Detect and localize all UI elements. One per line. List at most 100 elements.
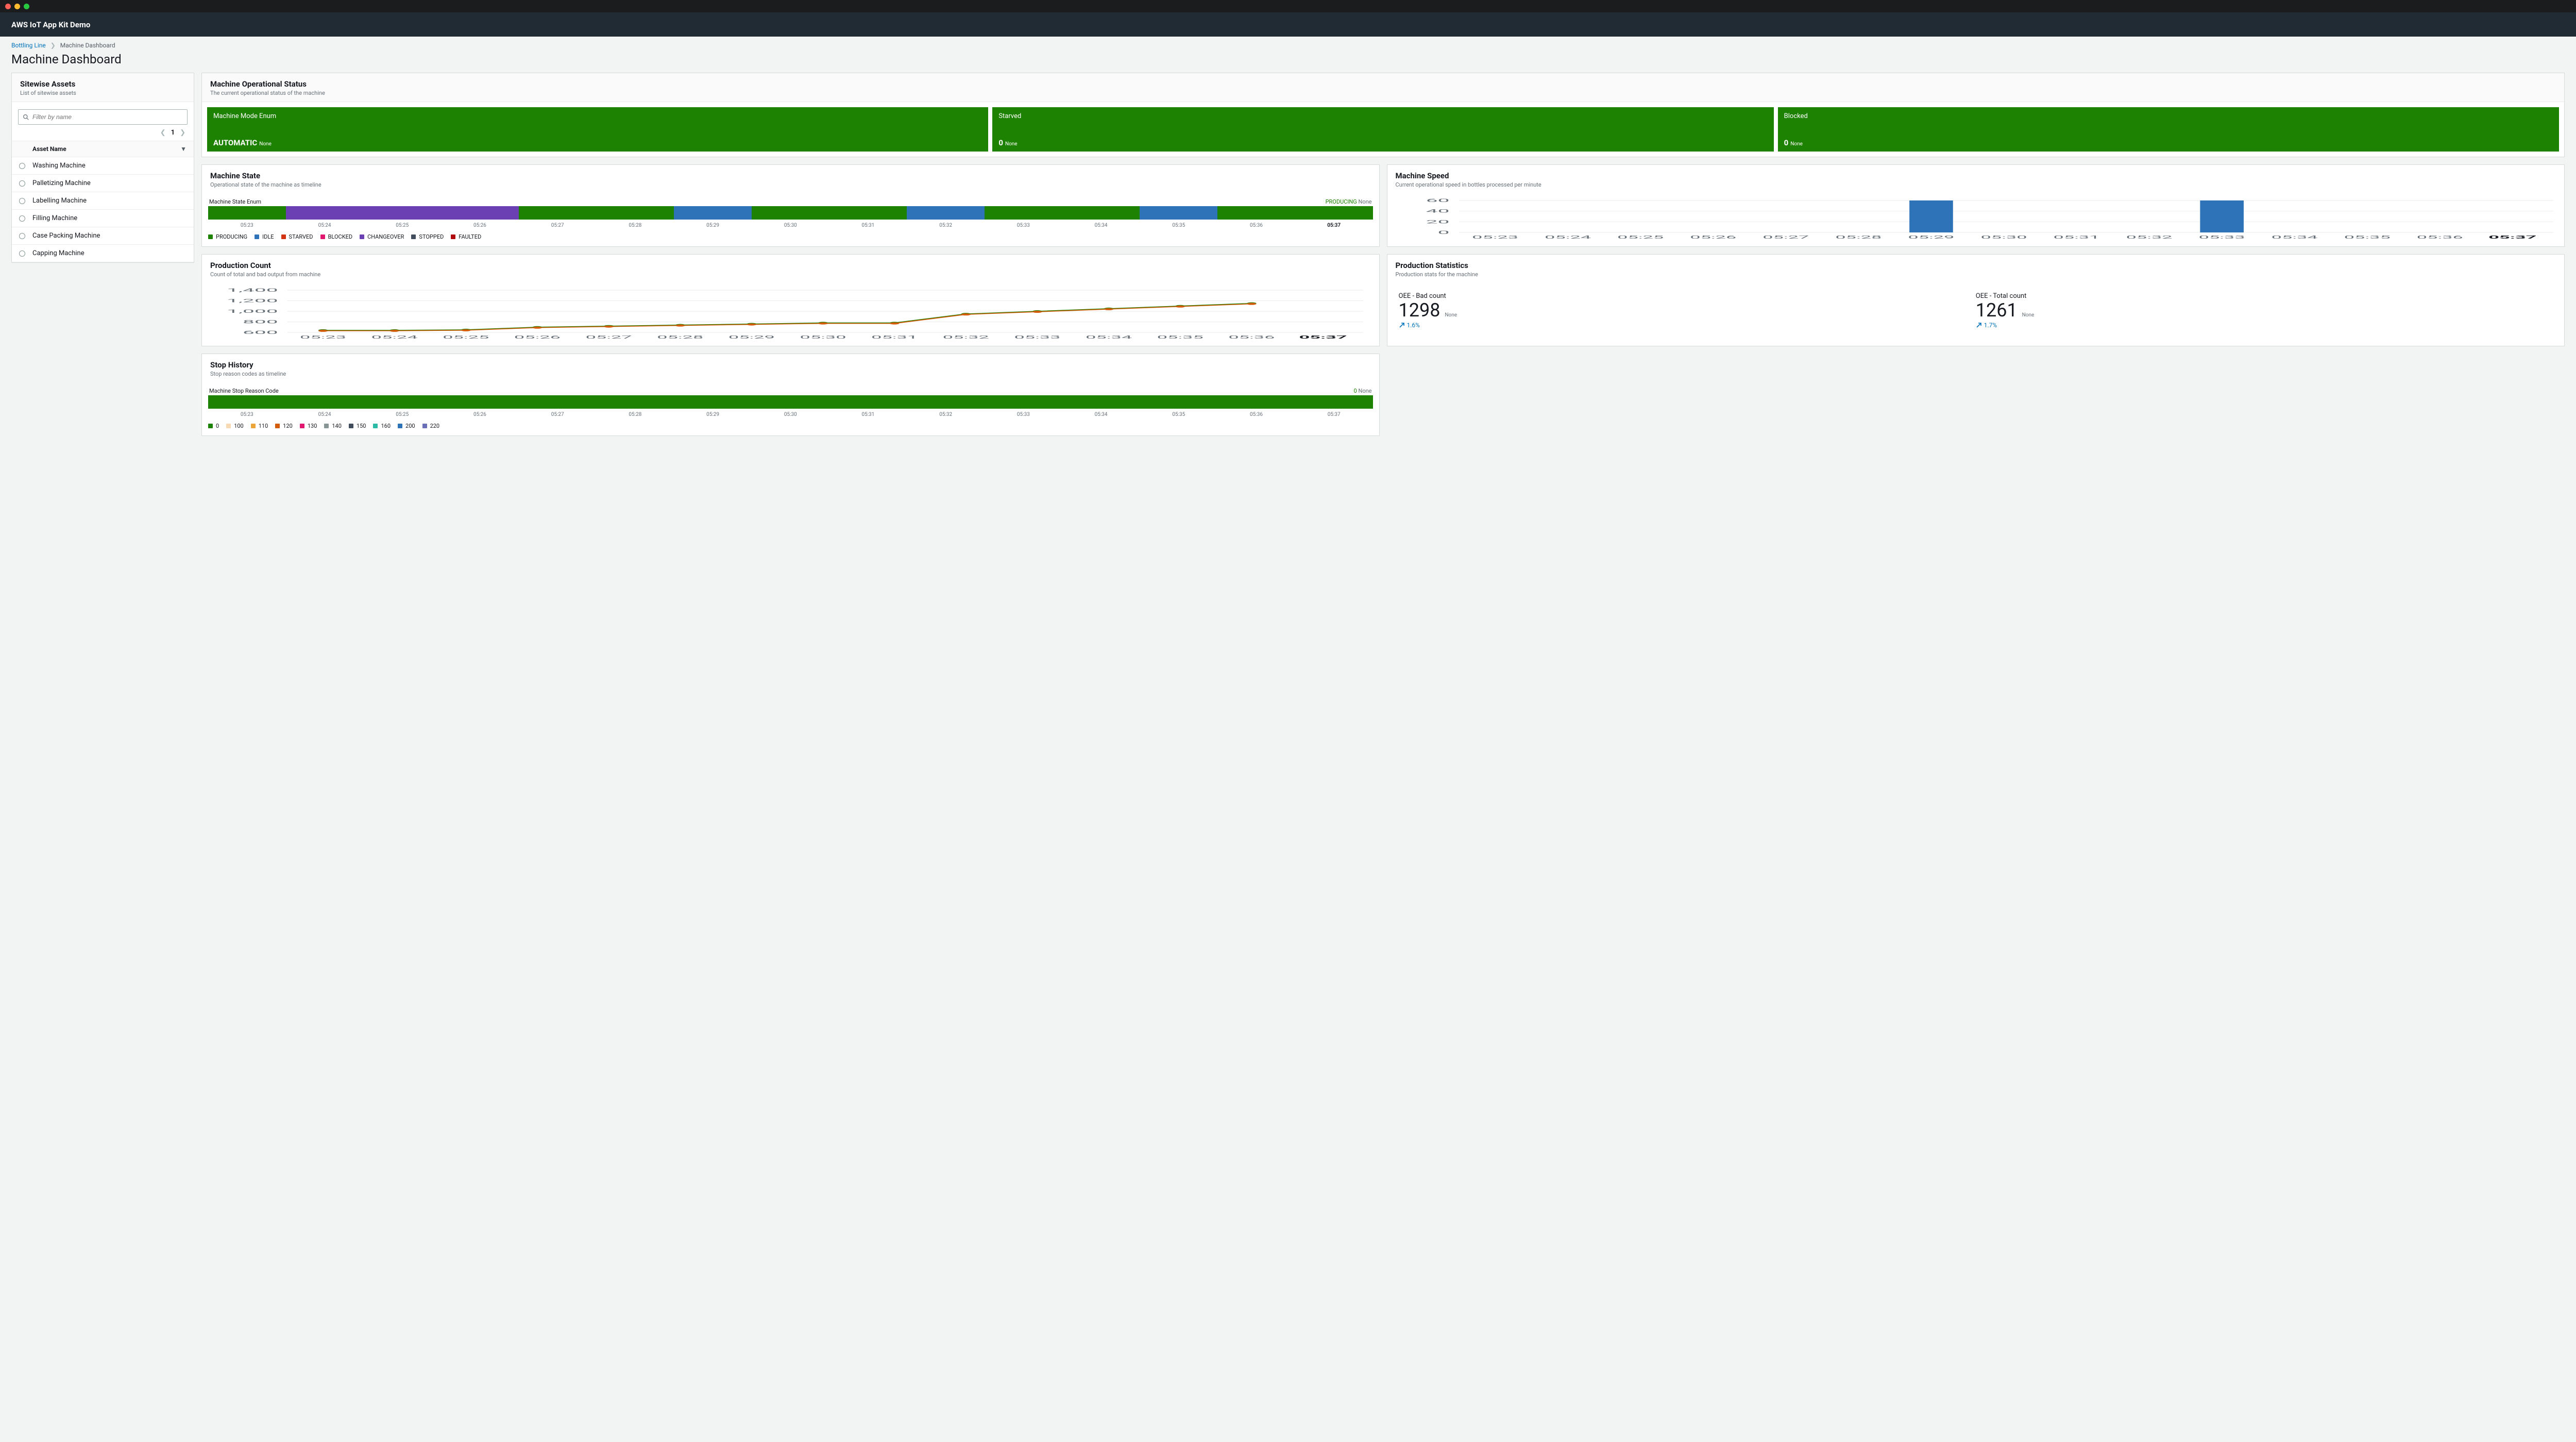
svg-text:20: 20	[1426, 219, 1449, 224]
legend-item: STOPPED	[411, 233, 444, 240]
status-card: Starved 0None	[992, 107, 1773, 152]
operational-status-panel: Machine Operational Status The current o…	[201, 73, 2565, 157]
status-card: Machine Mode Enum AUTOMATICNone	[207, 107, 988, 152]
production-count-panel: Production Count Count of total and bad …	[201, 254, 1380, 346]
stop-history-subtitle: Stop reason codes as timeline	[210, 371, 1371, 377]
asset-name: Filling Machine	[32, 214, 77, 222]
stat-trend: 1.6%	[1399, 322, 1976, 329]
svg-text:05:36: 05:36	[2416, 235, 2463, 240]
legend-item: FAULTED	[451, 233, 481, 240]
chevron-right-icon: ❯	[50, 42, 56, 49]
asset-table-header[interactable]: Asset Name ▼	[12, 141, 194, 157]
asset-row[interactable]: Washing Machine	[12, 157, 194, 175]
breadcrumb-root-link[interactable]: Bottling Line	[11, 42, 46, 49]
legend-item: 220	[422, 423, 440, 429]
legend-item: BLOCKED	[320, 233, 353, 240]
machine-speed-title: Machine Speed	[1396, 171, 2556, 180]
status-card: Blocked 0None	[1778, 107, 2559, 152]
asset-name: Palletizing Machine	[32, 179, 91, 187]
radio-icon[interactable]	[19, 163, 25, 169]
svg-text:05:23: 05:23	[1472, 235, 1518, 240]
svg-text:60: 60	[1426, 198, 1449, 203]
asset-name: Washing Machine	[32, 162, 86, 170]
production-stats-title: Production Statistics	[1396, 261, 2556, 270]
asset-row[interactable]: Filling Machine	[12, 210, 194, 227]
asset-row[interactable]: Case Packing Machine	[12, 227, 194, 245]
status-card-title: Blocked	[1784, 112, 2553, 120]
sort-icon[interactable]: ▼	[180, 145, 187, 153]
status-card-title: Starved	[998, 112, 1767, 120]
svg-text:600: 600	[243, 330, 278, 335]
stop-history-title: Stop History	[210, 360, 1371, 370]
mac-titlebar	[0, 0, 2576, 12]
production-stats-panel: Production Statistics Production stats f…	[1387, 254, 2565, 346]
svg-text:05:25: 05:25	[1617, 235, 1664, 240]
asset-row[interactable]: Palletizing Machine	[12, 175, 194, 192]
svg-text:05:35: 05:35	[1157, 335, 1204, 340]
search-icon	[23, 114, 29, 121]
stat-block: OEE - Total count1261 None1.7%	[1976, 292, 2553, 329]
sitewise-assets-panel: Sitewise Assets List of sitewise assets …	[11, 73, 194, 263]
machine-state-current: PRODUCING None	[1326, 198, 1372, 205]
radio-icon[interactable]	[19, 198, 25, 204]
zoom-window-icon[interactable]	[24, 4, 29, 9]
stop-history-timeline	[208, 395, 1373, 409]
legend-item: 100	[226, 423, 244, 429]
svg-text:05:37: 05:37	[2488, 235, 2536, 240]
machine-speed-panel: Machine Speed Current operational speed …	[1387, 164, 2565, 247]
svg-text:05:28: 05:28	[657, 335, 703, 340]
svg-text:05:24: 05:24	[371, 335, 418, 340]
svg-text:05:33: 05:33	[2198, 235, 2245, 240]
svg-text:05:36: 05:36	[1228, 335, 1275, 340]
status-card-value: 0None	[998, 138, 1017, 147]
legend-item: 110	[251, 423, 268, 429]
pager-prev[interactable]: ❮	[160, 129, 166, 137]
svg-text:05:34: 05:34	[1086, 335, 1132, 340]
status-card-title: Machine Mode Enum	[213, 112, 982, 120]
close-window-icon[interactable]	[5, 4, 11, 9]
machine-state-subtitle: Operational state of the machine as time…	[210, 181, 1371, 188]
svg-text:05:35: 05:35	[2344, 235, 2390, 240]
svg-text:800: 800	[243, 320, 278, 325]
legend-item: 200	[398, 423, 415, 429]
svg-text:05:23: 05:23	[300, 335, 346, 340]
asset-row[interactable]: Labelling Machine	[12, 192, 194, 210]
asset-search-input[interactable]	[32, 113, 183, 121]
svg-text:05:31: 05:31	[2053, 235, 2099, 240]
svg-text:1,200: 1,200	[227, 298, 278, 304]
stat-block: OEE - Bad count1298 None1.6%	[1399, 292, 1976, 329]
svg-text:05:25: 05:25	[443, 335, 489, 340]
sidebar-title: Sitewise Assets	[20, 79, 185, 89]
radio-icon[interactable]	[19, 215, 25, 222]
stat-value: 1298 None	[1399, 301, 1976, 320]
asset-name: Capping Machine	[32, 249, 84, 257]
legend-item: 150	[349, 423, 366, 429]
svg-text:05:30: 05:30	[1980, 235, 2027, 240]
arrow-up-right-icon	[1399, 322, 1405, 328]
legend-item: 140	[324, 423, 342, 429]
svg-text:05:31: 05:31	[871, 335, 918, 340]
svg-text:05:24: 05:24	[1545, 235, 1591, 240]
machine-speed-subtitle: Current operational speed in bottles pro…	[1396, 181, 2556, 188]
radio-icon[interactable]	[19, 233, 25, 239]
breadcrumb: Bottling Line ❯ Machine Dashboard	[0, 37, 2576, 49]
production-count-chart: 6008001,0001,2001,40005:2305:2405:2505:2…	[208, 288, 1373, 340]
app-title: AWS IoT App Kit Demo	[11, 20, 90, 29]
svg-text:05:27: 05:27	[1762, 235, 1809, 240]
asset-row[interactable]: Capping Machine	[12, 245, 194, 262]
svg-text:05:37: 05:37	[1299, 335, 1347, 340]
status-card-value: AUTOMATICNone	[213, 138, 272, 147]
asset-search[interactable]	[18, 109, 188, 125]
radio-icon[interactable]	[19, 180, 25, 187]
status-card-value: 0None	[1784, 138, 1803, 147]
pager-page: 1	[171, 129, 175, 137]
status-subtitle: The current operational status of the ma…	[210, 90, 2556, 96]
pager-next[interactable]: ❯	[180, 129, 185, 137]
radio-icon[interactable]	[19, 250, 25, 257]
svg-text:0: 0	[1437, 230, 1449, 235]
app-header: AWS IoT App Kit Demo	[0, 12, 2576, 37]
svg-text:05:28: 05:28	[1835, 235, 1882, 240]
svg-text:05:32: 05:32	[943, 335, 989, 340]
minimize-window-icon[interactable]	[14, 4, 20, 9]
machine-speed-chart: 020406005:2305:2405:2505:2605:2705:2805:…	[1394, 198, 2558, 240]
